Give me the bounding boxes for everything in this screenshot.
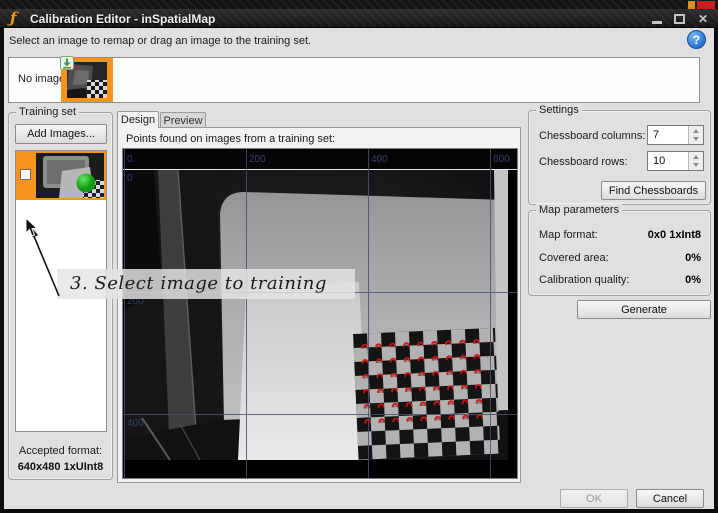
tab-preview[interactable]: Preview [160,112,206,128]
calibration-quality-label: Calibration quality: [539,274,630,286]
help-icon[interactable]: ? [687,30,706,49]
calibration-editor-window: ƒ Calibration Editor - inSpatialMap ✕ Se… [0,0,718,513]
settings-group: Settings Chessboard columns: 7 Chessboar… [528,110,711,205]
x-tick-0: 0 [127,154,133,165]
settings-title: Settings [536,104,582,116]
spinner-down-icon [693,137,699,141]
covered-area-label: Covered area: [539,252,609,264]
download-icon [60,56,74,70]
calibration-image-canvas[interactable]: 0 200 400 600 0 200 400 [122,148,518,479]
x-tick-200: 200 [249,154,266,165]
covered-area-value: 0% [685,252,701,264]
maximize-icon [674,14,685,24]
training-set-title: Training set [16,106,79,118]
y-tick-400: 400 [127,418,144,429]
background-orange-sliver [688,1,695,9]
training-image-checkbox[interactable] [20,169,31,180]
remap-image-panel[interactable]: No image [8,57,700,103]
calibration-quality-value: 0% [685,274,701,286]
chessboard-columns-label: Chessboard columns: [539,130,645,142]
chessboard-rows-value: 10 [653,155,665,167]
close-button[interactable]: ✕ [694,12,712,26]
chessboard [353,328,500,460]
remap-thumbnail[interactable] [61,58,113,102]
cancel-button[interactable]: Cancel [636,489,704,508]
spinner-up-icon [693,129,699,133]
map-parameters-group: Map parameters Map format: 0x0 1xInt8 Co… [528,210,711,296]
add-images-button[interactable]: Add Images... [15,124,107,144]
x-tick-600: 600 [493,154,510,165]
desktop-background-strip [0,0,718,9]
ok-button[interactable]: OK [560,489,628,508]
map-format-label: Map format: [539,229,598,241]
design-tab-page: Points found on images from a training s… [117,127,521,483]
top-ruler [123,149,517,169]
spinner-up-icon [693,155,699,159]
annotation-text: 3. Select image to training [57,269,355,299]
training-image-item[interactable] [16,151,106,200]
instruction-text: Select an image to remap or drag an imag… [9,35,311,47]
x-tick-400: 400 [371,154,388,165]
find-chessboards-button[interactable]: Find Chessboards [601,181,706,200]
window-title: Calibration Editor - inSpatialMap [30,12,215,26]
generate-button[interactable]: Generate [577,300,711,319]
accepted-format-label: Accepted format: [9,445,112,457]
maximize-button[interactable] [671,12,689,26]
canvas-caption: Points found on images from a training s… [126,133,335,145]
map-format-value: 0x0 1xInt8 [648,229,701,241]
background-red-box [697,1,715,9]
training-thumbnail-image [36,153,104,198]
chessboard-rows-label: Chessboard rows: [539,156,628,168]
accepted-format-value: 640x480 1xUInt8 [9,461,112,473]
map-parameters-title: Map parameters [536,204,622,216]
tab-design[interactable]: Design [117,111,159,128]
camera-image [124,170,508,460]
chessboard-columns-value: 7 [653,129,659,141]
y-tick-0: 0 [127,173,133,184]
chessboard-rows-spinner[interactable] [688,152,703,170]
chessboard-rows-input[interactable]: 10 [647,151,704,171]
title-bar: ƒ Calibration Editor - inSpatialMap ✕ [0,9,718,28]
spinner-down-icon [693,163,699,167]
chessboard-columns-spinner[interactable] [688,126,703,144]
minimize-button[interactable] [648,12,666,26]
no-image-label: No image [18,73,65,85]
dialog-content: Select an image to remap or drag an imag… [4,28,714,509]
calibration-image: 0 200 400 600 0 200 400 [123,149,517,478]
chessboard-columns-input[interactable]: 7 [647,125,704,145]
minimize-icon [652,21,662,24]
app-logo-icon: ƒ [10,9,16,27]
